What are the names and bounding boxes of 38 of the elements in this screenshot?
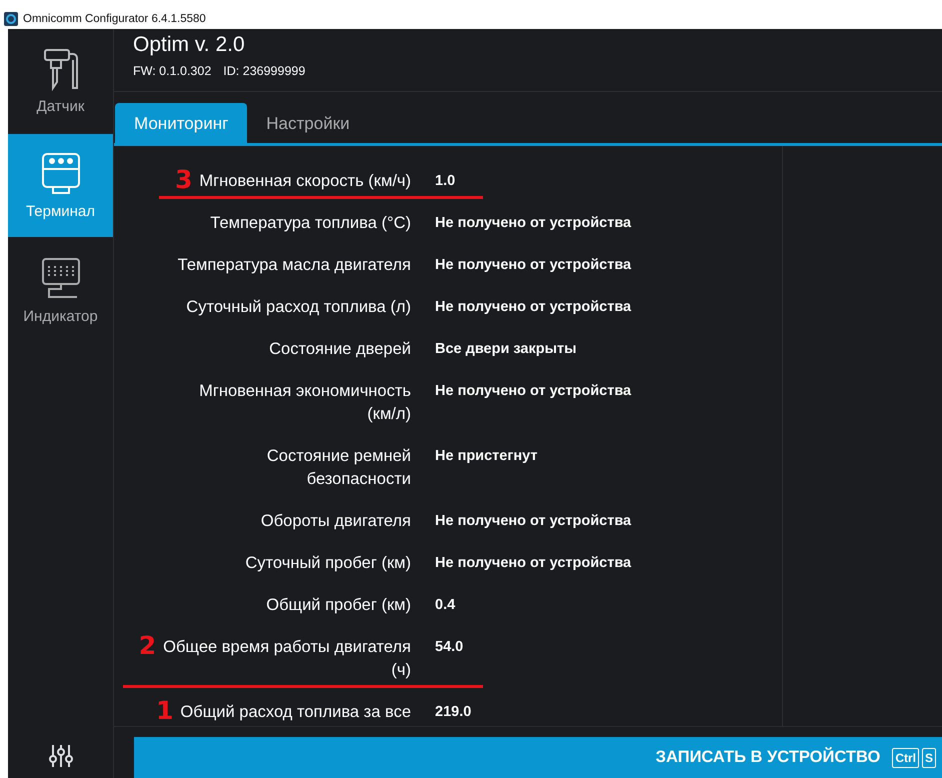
field-value: Не получено от устройства (435, 382, 632, 401)
annotation-number: 3 (174, 166, 192, 194)
field-label: Общий расход топлива за все (180, 702, 411, 723)
field-value: Не получено от устройства (435, 512, 632, 531)
field-label: Общий пробег (км) (266, 595, 411, 616)
field-label: Суточный расход топлива (л) (186, 297, 411, 318)
field-value: 1.0 (435, 172, 456, 191)
field-value: Не получено от устройства (435, 214, 632, 233)
field-label: Обороты двигателя (260, 511, 411, 532)
shortcut-key: Ctrl (892, 748, 919, 768)
field-label: Мгновенная скорость (км/ч) (199, 171, 411, 192)
field-label: Суточный пробег (км) (245, 553, 411, 574)
window-title: Omnicomm Configurator 6.4.1.5580 (23, 12, 206, 24)
tab[interactable]: Настройки (247, 103, 369, 143)
annotation-number: 2 (138, 632, 156, 660)
device-id: ID: 236999999 (223, 64, 306, 78)
field-value: Все двери закрыты (435, 340, 576, 359)
field-value: Не пристегнут (435, 447, 538, 466)
field-value: 0.4 (435, 596, 456, 615)
sidebar-item[interactable]: Индикатор (8, 239, 113, 342)
shortcut-key: S (922, 748, 936, 768)
app-icon (4, 12, 18, 26)
field-label: Температура топлива (°C) (210, 213, 411, 234)
field-label: Температура масла двигателя (178, 255, 411, 276)
sidebar-item[interactable]: Датчик (8, 29, 113, 132)
field-value: 219.0 (435, 703, 472, 722)
field-label: Общее время работы двигателя (ч) (163, 637, 411, 681)
sliders-icon[interactable] (48, 743, 74, 769)
field-label: Состояние ремней безопасности (266, 446, 411, 490)
field-value: Не получено от устройства (435, 256, 632, 275)
field-label: Состояние дверей (269, 339, 411, 360)
field-label: Мгновенная экономичность (км/л) (199, 381, 411, 425)
field-value: Не получено от устройства (435, 298, 632, 317)
device-title: Optim v. 2.0 (133, 32, 246, 58)
firmware-version: FW: 0.1.0.302 (133, 64, 212, 78)
field-value: Не получено от устройства (435, 554, 632, 573)
annotation-number: 1 (156, 697, 174, 725)
field-value: 54.0 (435, 638, 464, 657)
